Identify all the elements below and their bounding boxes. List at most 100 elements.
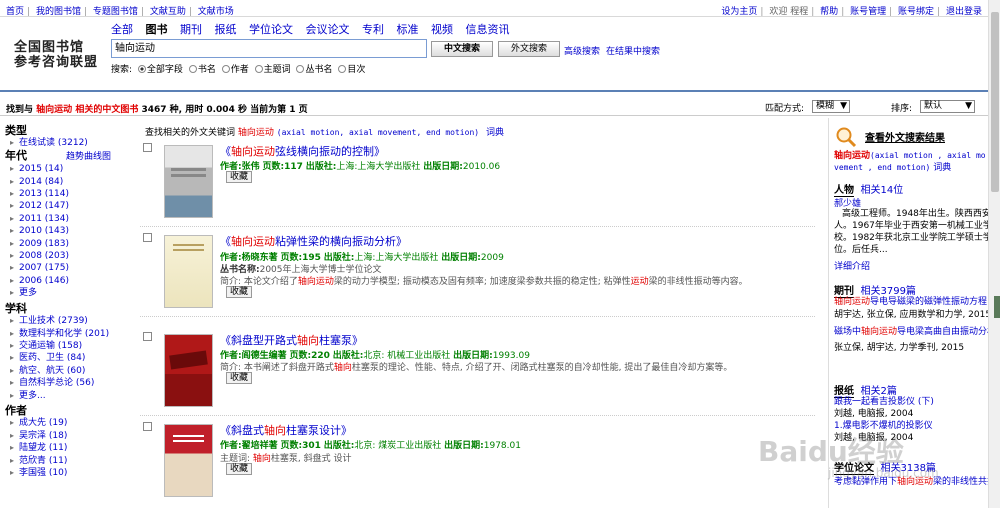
- account-bind-link[interactable]: 账号绑定: [898, 7, 934, 17]
- advanced-search-link[interactable]: 高级搜索: [564, 44, 600, 57]
- top-navigation-bar: 首页 | 我的图书馆 | 专题图书馆 | 文献互助 | 文献市场 设为主页 | 欢迎 程程…: [0, 0, 988, 17]
- facet-subject-item[interactable]: 工业技术 (2739): [5, 315, 127, 327]
- match-mode-select[interactable]: 模糊 ▼: [812, 100, 850, 113]
- abstract-part: 梁的动力学模型; 振动模态及固有频率; 加速度梁参数共振的稳定性; 粘弹性: [333, 277, 631, 287]
- facet-year-item[interactable]: 2009 (183): [5, 238, 127, 250]
- collect-button[interactable]: 收藏: [226, 171, 253, 183]
- radio-all-fields[interactable]: [137, 65, 146, 73]
- facet-subject-item[interactable]: 自然科学总论 (56): [5, 377, 127, 389]
- result-record: 《轴向运动弦线横向振动的控制》 作者:张伟 页数:117 出版社:上海:上海大学…: [140, 143, 815, 227]
- facet-subject-item[interactable]: 医药、卫生 (84): [5, 352, 127, 364]
- facet-year-item[interactable]: 2013 (114): [5, 188, 127, 200]
- abstract-part: 柱塞泵的理论、性能、特点, 介绍了开、闭路式柱塞泵的自冷却性能, 提出了最佳自冷…: [351, 363, 733, 373]
- facet-subject-heading: 学科: [5, 301, 27, 315]
- related-keyword-link[interactable]: 轴向运动: [238, 128, 274, 138]
- logo-line-1: 全国图书馆: [14, 40, 85, 55]
- facet-year-item[interactable]: 2010 (143): [5, 225, 127, 237]
- facet-author-item[interactable]: 成大先 (19): [5, 417, 127, 429]
- book-cover-image[interactable]: [164, 334, 213, 407]
- tab-books[interactable]: 图书: [146, 23, 168, 36]
- scrollbar-thumb[interactable]: [991, 12, 999, 192]
- facet-year-item[interactable]: 2008 (203): [5, 250, 127, 262]
- nav-my-library-link[interactable]: 我的图书馆: [36, 7, 81, 17]
- facet-year-item[interactable]: 2011 (134): [5, 213, 127, 225]
- foreign-results-link[interactable]: 查看外文搜索结果: [865, 129, 945, 144]
- book-cover-image[interactable]: [164, 145, 213, 218]
- result-title-link[interactable]: 《斜盘型开路式轴向柱塞泵》: [220, 332, 363, 348]
- facet-year-item[interactable]: 2007 (175): [5, 262, 127, 274]
- facet-year-item[interactable]: 2006 (146): [5, 275, 127, 287]
- magnifier-icon: [835, 126, 857, 148]
- facet-author-item[interactable]: 吴宗泽 (18): [5, 430, 127, 442]
- facet-subject-item[interactable]: 航空、航天 (60): [5, 365, 127, 377]
- journal-item-link[interactable]: 轴向运动导电导磁梁的磁弹性振动方程: [834, 297, 987, 307]
- dictionary-link[interactable]: 词典: [486, 128, 504, 138]
- book-cover-image[interactable]: [164, 235, 213, 308]
- result-checkbox[interactable]: [143, 422, 152, 431]
- radio-toc[interactable]: [338, 65, 347, 73]
- search-input[interactable]: 轴向运动: [111, 39, 427, 58]
- vertical-scrollbar[interactable]: [988, 0, 1000, 508]
- facet-year-item[interactable]: 2012 (147): [5, 200, 127, 212]
- facet-author-item[interactable]: 李国强 (10): [5, 467, 127, 479]
- facet-year-heading: 年代: [5, 148, 27, 162]
- channel-tabs: 全部 图书 期刊 报纸 学位论文 会议论文 专利 标准 视频 信息资讯: [111, 21, 519, 37]
- collect-button[interactable]: 收藏: [226, 463, 253, 475]
- facet-year-more[interactable]: 更多: [5, 287, 127, 299]
- side-tab-handle[interactable]: [994, 296, 1000, 318]
- related-keyword-terms[interactable]: (axial motion, axial movement, end motio…: [277, 128, 479, 137]
- radio-series[interactable]: [296, 65, 305, 73]
- book-cover-image[interactable]: [164, 424, 213, 497]
- tab-newspapers[interactable]: 报纸: [215, 23, 237, 36]
- set-homepage-link[interactable]: 设为主页: [721, 7, 757, 17]
- result-title-link[interactable]: 《轴向运动弦线横向振动的控制》: [220, 143, 385, 159]
- tab-theses[interactable]: 学位论文: [249, 23, 293, 36]
- nav-doc-market-link[interactable]: 文献市场: [198, 7, 234, 17]
- facet-subject-item[interactable]: 交通运输 (158): [5, 340, 127, 352]
- site-logo[interactable]: 全国图书馆 参考咨询联盟: [14, 40, 98, 70]
- search-within-results-link[interactable]: 在结果中搜索: [606, 44, 660, 57]
- journal-item-link[interactable]: 磁场中轴向运动导电梁高曲自由振动分析: [834, 326, 996, 339]
- dictionary-link[interactable]: 词典: [933, 163, 951, 173]
- facet-author-item[interactable]: 陆望龙 (11): [5, 442, 127, 454]
- result-abstract: 简介: 本论文介绍了轴向运动梁的动力学模型; 振动模态及固有频率; 加速度梁参数…: [220, 274, 748, 287]
- logout-link[interactable]: 退出登录: [946, 7, 982, 17]
- radio-subject[interactable]: [254, 65, 263, 73]
- tab-conference[interactable]: 会议论文: [306, 23, 350, 36]
- sort-select[interactable]: 默认 ▼: [920, 100, 975, 113]
- radio-author-label: 作者: [230, 65, 249, 75]
- result-title-link[interactable]: 《轴向运动粘弹性梁的横向振动分析》: [220, 233, 407, 249]
- tab-standards[interactable]: 标准: [397, 23, 419, 36]
- person-count-link[interactable]: 相关14位: [860, 185, 903, 196]
- radio-title[interactable]: [188, 65, 197, 73]
- facet-subject-more[interactable]: 更多...: [5, 390, 127, 402]
- facet-year-item[interactable]: 2015 (14): [5, 163, 127, 175]
- result-checkbox[interactable]: [143, 143, 152, 152]
- tab-journals[interactable]: 期刊: [180, 23, 202, 36]
- nav-home-link[interactable]: 首页: [6, 7, 24, 17]
- trend-chart-link[interactable]: 趋势曲线图: [66, 151, 111, 163]
- newspaper-item-link[interactable]: 跟我一起看吉投影仪 (下): [834, 396, 934, 408]
- facet-year-item[interactable]: 2014 (84): [5, 176, 127, 188]
- tab-news[interactable]: 信息资讯: [466, 23, 510, 36]
- title-highlight: 轴向运动: [231, 145, 275, 158]
- person-detail-link[interactable]: 详细介绍: [834, 259, 870, 272]
- radio-author[interactable]: [221, 65, 230, 73]
- collect-button[interactable]: 收藏: [226, 372, 253, 384]
- title-part: 《: [220, 235, 231, 248]
- tab-all[interactable]: 全部: [111, 23, 133, 36]
- account-manage-link[interactable]: 账号管理: [850, 7, 886, 17]
- facet-author-item[interactable]: 范欣青 (11): [5, 455, 127, 467]
- help-link[interactable]: 帮助: [820, 7, 838, 17]
- nav-doc-exchange-link[interactable]: 文献互助: [150, 7, 186, 17]
- result-title-link[interactable]: 《斜盘式轴向柱塞泵设计》: [220, 422, 352, 438]
- tab-patents[interactable]: 专利: [362, 23, 384, 36]
- foreign-search-button[interactable]: 外文搜索: [498, 41, 560, 57]
- chinese-search-button[interactable]: 中文搜索: [431, 41, 493, 57]
- tab-videos[interactable]: 视频: [431, 23, 453, 36]
- result-checkbox[interactable]: [143, 332, 152, 341]
- collect-button[interactable]: 收藏: [226, 286, 253, 298]
- result-checkbox[interactable]: [143, 233, 152, 242]
- nav-special-library-link[interactable]: 专题图书馆: [93, 7, 138, 17]
- facet-subject-item[interactable]: 数理科学和化学 (201): [5, 328, 127, 340]
